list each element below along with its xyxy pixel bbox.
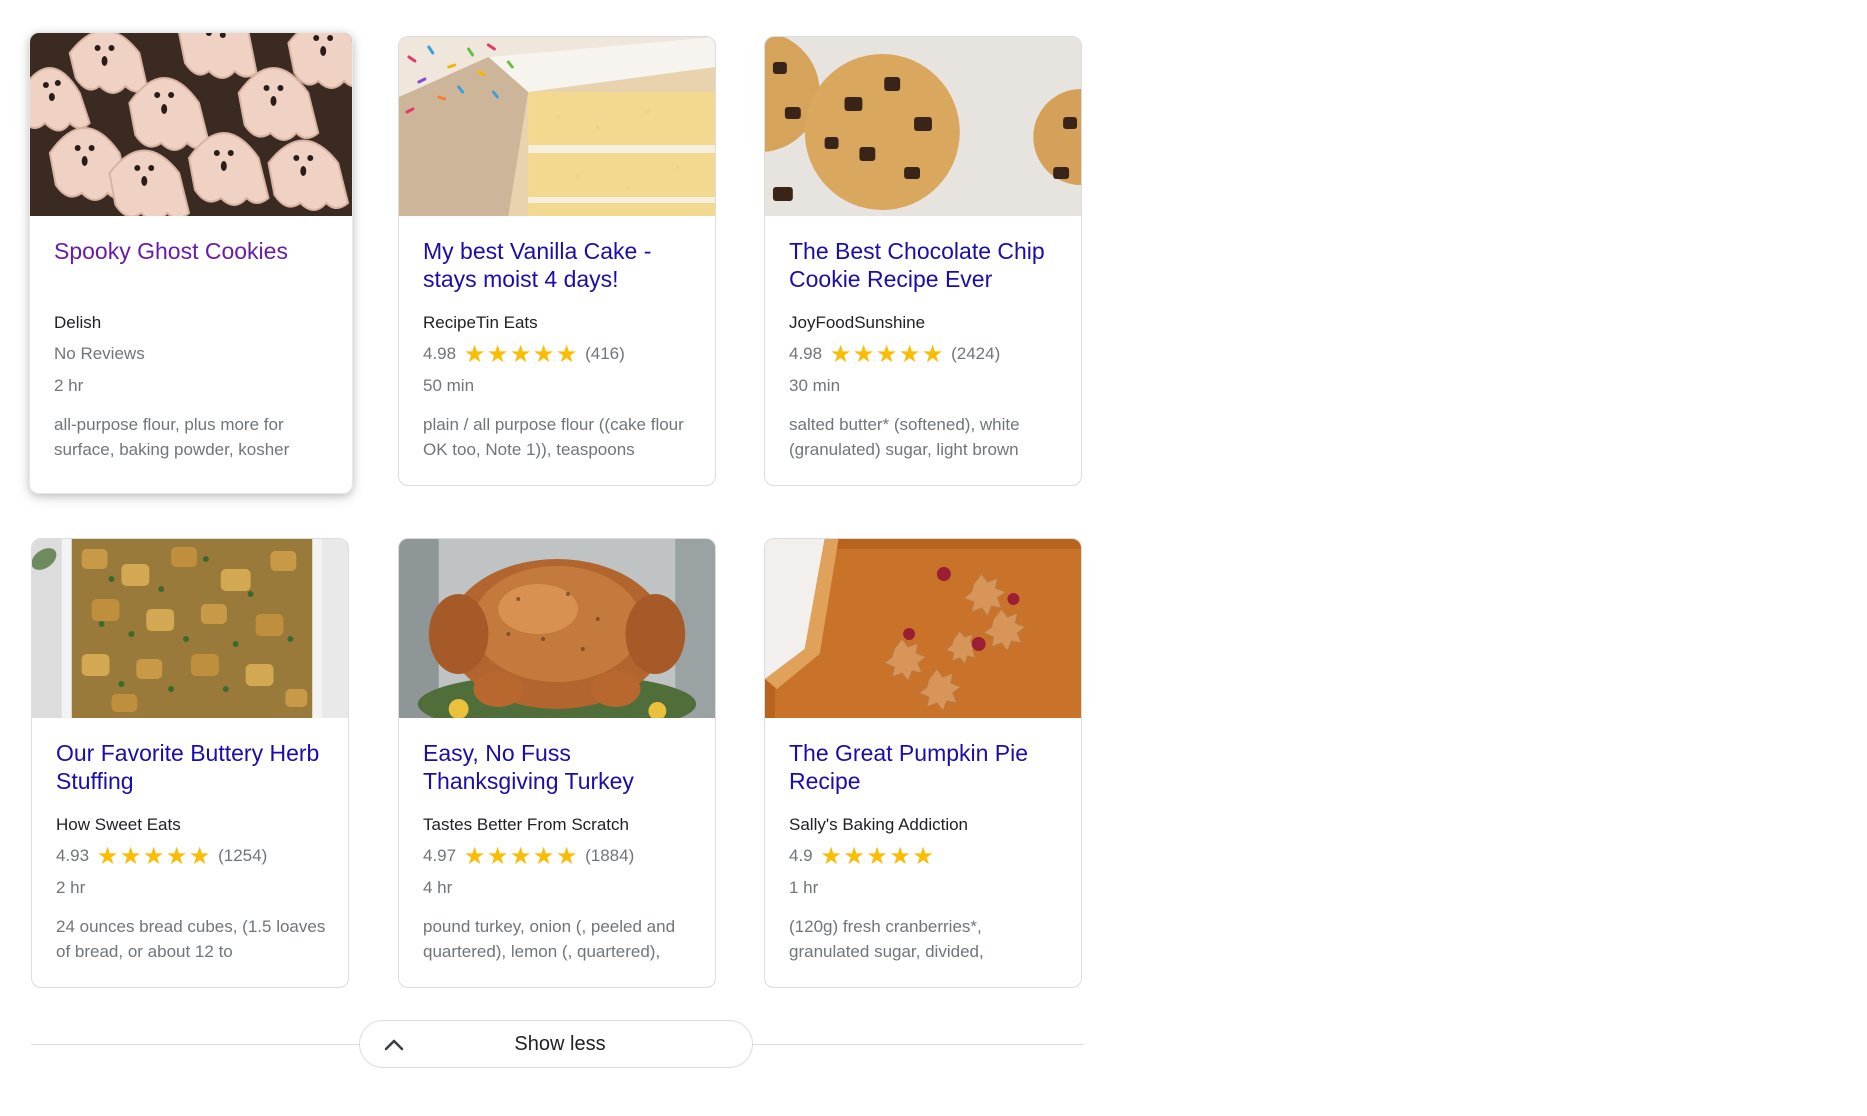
recipe-time: 30 min <box>789 376 841 395</box>
star-icon: ★ <box>829 340 852 368</box>
recipe-title[interactable]: My best Vanilla Cake - stays moist 4 day… <box>423 237 697 293</box>
recipe-source: Delish <box>54 313 102 332</box>
recipe-card-vanilla-cake[interactable]: My best Vanilla Cake - stays moist 4 day… <box>398 36 716 486</box>
rating-value: 4.9 <box>789 846 813 865</box>
star-rating: ★ ★ ★ ★ ★ <box>820 842 935 870</box>
card-body: The Great Pumpkin Pie Recipe Sally's Bak… <box>789 739 1063 964</box>
rating-row: 4.98 ★ ★ ★ ★ ★ (416) <box>423 340 697 368</box>
recipe-source: How Sweet Eats <box>56 815 181 834</box>
herb-stuffing-image[interactable] <box>32 539 348 718</box>
star-rating: ★ ★ ★ ★ ★ <box>463 340 578 368</box>
recipe-ingredients: 24 ounces bread cubes, (1.5 loaves of br… <box>56 917 326 961</box>
recipe-time: 2 hr <box>56 878 86 897</box>
thanksgiving-turkey-image[interactable] <box>399 539 715 718</box>
review-count: (2424) <box>951 344 1001 363</box>
star-icon: ★ <box>509 842 532 870</box>
recipe-ingredients: pound turkey, onion (, peeled and quarte… <box>423 917 676 961</box>
show-less-label: Show less <box>514 1032 606 1055</box>
recipe-time: 50 min <box>423 376 475 395</box>
show-less-button[interactable]: Show less <box>359 1020 753 1068</box>
card-body: Spooky Ghost Cookies Delish No Reviews 2… <box>54 237 334 462</box>
recipe-card-thanksgiving-turkey[interactable]: Easy, No Fuss Thanksgiving Turkey Tastes… <box>398 538 716 988</box>
pumpkin-pie-image[interactable] <box>765 539 1081 718</box>
rating-row: 4.97 ★ ★ ★ ★ ★ (1884) <box>423 842 697 870</box>
ghost-cookies-image[interactable] <box>30 33 352 216</box>
star-icon: ★ <box>486 842 509 870</box>
star-icon: ★ <box>843 842 865 870</box>
star-icon: ★ <box>555 842 578 870</box>
star-icon: ★ <box>912 842 934 870</box>
rating-row: 4.98 ★ ★ ★ ★ ★ (2424) <box>789 340 1063 368</box>
star-icon: ★ <box>509 340 532 368</box>
star-rating: ★ ★ ★ ★ ★ <box>829 340 944 368</box>
rating-value: 4.97 <box>423 846 457 865</box>
star-icon: ★ <box>96 842 119 870</box>
star-icon: ★ <box>852 340 875 368</box>
recipe-card-chocolate-chip-cookie[interactable]: The Best Chocolate Chip Cookie Recipe Ev… <box>764 36 1082 486</box>
star-icon: ★ <box>875 340 898 368</box>
card-body: My best Vanilla Cake - stays moist 4 day… <box>423 237 697 462</box>
recipe-title[interactable]: Our Favorite Buttery Herb Stuffing <box>56 739 330 795</box>
recipe-card-pumpkin-pie[interactable]: The Great Pumpkin Pie Recipe Sally's Bak… <box>764 538 1082 988</box>
recipe-source: RecipeTin Eats <box>423 313 538 332</box>
star-icon: ★ <box>532 842 555 870</box>
rating-value: 4.98 <box>423 344 457 363</box>
star-icon: ★ <box>889 842 911 870</box>
rating-row: 4.93 ★ ★ ★ ★ ★ (1254) <box>56 842 330 870</box>
recipe-card-ghost-cookies[interactable]: Spooky Ghost Cookies Delish No Reviews 2… <box>29 32 353 494</box>
recipe-ingredients: salted butter* (softened), white (granul… <box>789 415 1020 459</box>
recipe-title[interactable]: The Best Chocolate Chip Cookie Recipe Ev… <box>789 237 1063 293</box>
review-count: (416) <box>585 344 625 363</box>
star-icon: ★ <box>898 340 921 368</box>
star-icon: ★ <box>463 842 486 870</box>
recipe-source: Tastes Better From Scratch <box>423 815 629 834</box>
star-rating: ★ ★ ★ ★ ★ <box>96 842 211 870</box>
recipe-card-herb-stuffing[interactable]: Our Favorite Buttery Herb Stuffing How S… <box>31 538 349 988</box>
star-icon: ★ <box>555 340 578 368</box>
star-rating: ★ ★ ★ ★ ★ <box>463 842 578 870</box>
recipe-ingredients: plain / all purpose flour ((cake flour O… <box>423 415 684 459</box>
star-icon: ★ <box>463 340 486 368</box>
card-body: The Best Chocolate Chip Cookie Recipe Ev… <box>789 237 1063 462</box>
star-icon: ★ <box>866 842 888 870</box>
no-reviews-text: No Reviews <box>54 344 145 363</box>
divider-right <box>753 1044 1084 1045</box>
recipe-source: Sally's Baking Addiction <box>789 815 969 834</box>
chocolate-chip-cookie-image[interactable] <box>765 37 1081 216</box>
star-icon: ★ <box>921 340 944 368</box>
star-icon: ★ <box>142 842 165 870</box>
review-count: (1884) <box>585 846 635 865</box>
star-icon: ★ <box>532 340 555 368</box>
rating-row: 4.9 ★ ★ ★ ★ ★ <box>789 842 1063 870</box>
star-icon: ★ <box>820 842 842 870</box>
no-reviews-label: No Reviews <box>54 343 334 365</box>
recipe-title[interactable]: Spooky Ghost Cookies <box>54 237 334 293</box>
rating-value: 4.93 <box>56 846 90 865</box>
recipe-title[interactable]: Easy, No Fuss Thanksgiving Turkey <box>423 739 697 795</box>
recipe-ingredients: all-purpose flour, plus more for surface… <box>54 415 290 459</box>
recipe-source: JoyFoodSunshine <box>789 313 926 332</box>
recipe-time: 2 hr <box>54 376 84 395</box>
recipe-ingredients: (120g) fresh cranberries*, granulated su… <box>789 917 984 961</box>
card-body: Our Favorite Buttery Herb Stuffing How S… <box>56 739 330 964</box>
recipe-time: 1 hr <box>789 878 819 897</box>
divider-left <box>31 1044 359 1045</box>
card-body: Easy, No Fuss Thanksgiving Turkey Tastes… <box>423 739 697 964</box>
rating-value: 4.98 <box>789 344 823 363</box>
recipe-time: 4 hr <box>423 878 453 897</box>
vanilla-cake-image[interactable] <box>399 37 715 216</box>
recipe-title[interactable]: The Great Pumpkin Pie Recipe <box>789 739 1063 795</box>
star-icon: ★ <box>188 842 211 870</box>
star-icon: ★ <box>119 842 142 870</box>
star-icon: ★ <box>165 842 188 870</box>
review-count: (1254) <box>218 846 268 865</box>
star-icon: ★ <box>486 340 509 368</box>
